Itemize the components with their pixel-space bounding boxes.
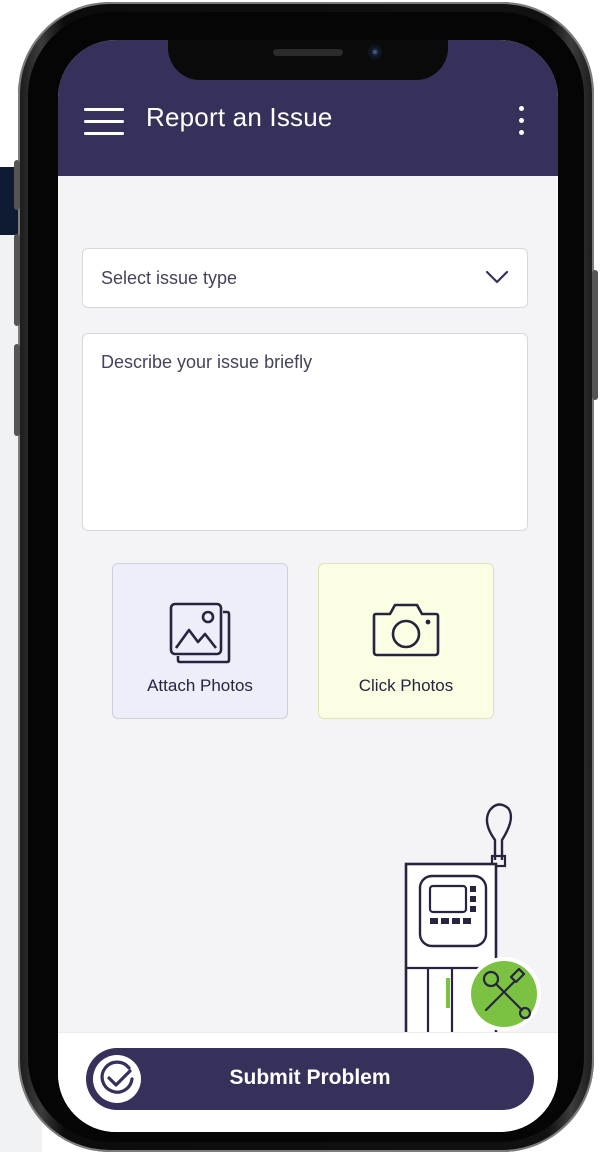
attach-photos-button[interactable]: Attach Photos: [112, 563, 288, 719]
submit-problem-button[interactable]: Submit Problem: [86, 1048, 534, 1110]
submit-problem-label: Submit Problem: [229, 1066, 391, 1089]
mute-switch: [14, 160, 20, 210]
vertical-dots-icon[interactable]: [518, 106, 526, 136]
click-photos-button[interactable]: Click Photos: [318, 563, 494, 719]
front-camera: [368, 45, 382, 59]
image-gallery-icon: [169, 602, 231, 664]
chevron-down-icon: [485, 270, 509, 284]
camera-icon: [372, 603, 440, 657]
volume-down-button: [14, 344, 20, 436]
device-repair-illustration: [404, 803, 541, 1042]
page-title: Report an Issue: [146, 102, 333, 132]
issue-type-label: Select issue type: [101, 268, 238, 288]
issue-type-select[interactable]: Select issue type: [82, 248, 528, 308]
click-photos-label: Click Photos: [358, 676, 454, 695]
power-button: [592, 270, 598, 400]
speaker-grille: [273, 49, 343, 56]
volume-up-button: [14, 234, 20, 326]
app-screen: Report an Issue Select issue type Attach…: [58, 40, 558, 1132]
hamburger-menu-icon[interactable]: [84, 108, 124, 136]
notch: [168, 40, 448, 80]
attach-photos-label: Attach Photos: [147, 676, 253, 695]
issue-description-field[interactable]: [82, 333, 528, 531]
